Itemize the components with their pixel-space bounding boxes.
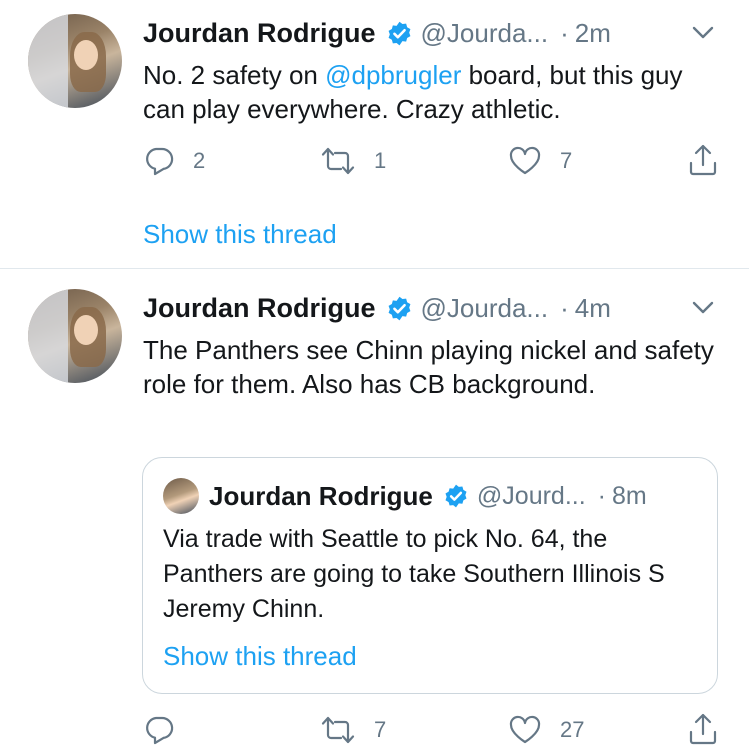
author-name[interactable]: Jourdan Rodrigue xyxy=(143,293,376,324)
like-button[interactable]: 27 xyxy=(508,714,584,746)
avatar[interactable] xyxy=(28,289,122,383)
quoted-author-handle: @Jourd... xyxy=(476,481,586,510)
show-thread-link[interactable]: Show this thread xyxy=(143,219,337,250)
like-count: 27 xyxy=(560,717,585,742)
quoted-tweet[interactable]: Jourdan Rodrigue @Jourd... · 8m Via trad… xyxy=(142,457,718,694)
tweet-text-part: No. 2 safety on xyxy=(143,60,326,90)
verified-badge-icon xyxy=(386,20,413,47)
divider xyxy=(0,268,749,269)
reply-button[interactable] xyxy=(143,714,193,746)
reply-icon xyxy=(146,147,174,176)
mention-link[interactable]: @dpbrugler xyxy=(325,60,461,90)
action-bar: 2 1 7 xyxy=(143,143,723,179)
verified-badge-icon xyxy=(443,483,469,509)
like-icon xyxy=(509,146,541,175)
timestamp[interactable]: 4m xyxy=(575,293,611,324)
retweet-icon xyxy=(321,716,355,744)
quoted-tweet-header: Jourdan Rodrigue @Jourd... · 8m xyxy=(209,476,647,516)
tweet-header: Jourdan Rodrigue @Jourda... · 4m xyxy=(143,288,611,328)
share-icon xyxy=(689,713,717,745)
reply-count: 2 xyxy=(193,148,206,173)
quoted-author-name: Jourdan Rodrigue xyxy=(209,480,433,511)
separator-dot: · xyxy=(560,17,569,48)
tweet-text: No. 2 safety on @dpbrugler board, but th… xyxy=(143,58,723,126)
author-handle[interactable]: @Jourda... xyxy=(421,293,549,324)
timestamp[interactable]: 2m xyxy=(575,18,611,49)
chevron-down-icon[interactable] xyxy=(690,23,716,43)
avatar[interactable] xyxy=(28,14,122,108)
like-count: 7 xyxy=(560,148,573,173)
share-icon xyxy=(689,144,717,176)
retweet-count: 1 xyxy=(374,148,387,173)
quoted-tweet-text: Via trade with Seattle to pick No. 64, t… xyxy=(163,525,665,623)
quoted-show-thread-link[interactable]: Show this thread xyxy=(163,641,357,672)
author-name[interactable]: Jourdan Rodrigue xyxy=(143,18,376,49)
share-button[interactable] xyxy=(688,712,736,746)
separator-dot: · xyxy=(597,481,606,510)
separator-dot: · xyxy=(560,292,569,323)
retweet-count: 7 xyxy=(374,717,387,742)
quoted-timestamp: 8m xyxy=(612,481,647,510)
quoted-avatar[interactable] xyxy=(163,478,199,514)
author-handle[interactable]: @Jourda... xyxy=(421,18,549,49)
tweet-header: Jourdan Rodrigue @Jourda... · 2m xyxy=(143,13,611,53)
retweet-icon xyxy=(321,147,355,175)
share-button[interactable] xyxy=(688,143,736,177)
verified-badge-icon xyxy=(386,295,413,322)
chevron-down-icon[interactable] xyxy=(690,298,716,318)
retweet-button[interactable]: 1 xyxy=(320,145,386,177)
reply-icon xyxy=(146,716,174,745)
tweet-text: The Panthers see Chinn playing nickel an… xyxy=(143,335,714,399)
like-icon xyxy=(509,715,541,744)
action-bar: 7 27 xyxy=(143,712,723,748)
like-button[interactable]: 7 xyxy=(508,145,572,177)
retweet-button[interactable]: 7 xyxy=(320,714,386,746)
reply-button[interactable]: 2 xyxy=(143,145,205,177)
